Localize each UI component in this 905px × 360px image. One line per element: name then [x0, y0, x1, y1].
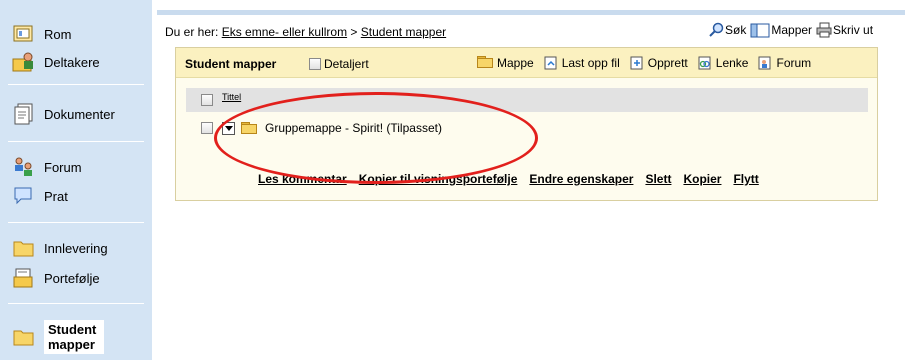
- forum-label: Forum: [776, 56, 812, 70]
- sidebar-item-label: Portefølje: [44, 270, 100, 286]
- sidebar-item-label: Dokumenter: [44, 106, 115, 122]
- search-icon: [708, 22, 724, 38]
- student-folders-panel: Student mapper Detaljert Mappe Last opp …: [175, 47, 878, 201]
- chat-icon: [12, 185, 36, 207]
- breadcrumb-prefix: Du er her:: [165, 25, 222, 39]
- sidebar-item-deltakere[interactable]: Deltakere: [12, 50, 100, 74]
- sidebar-item-rom[interactable]: Rom: [12, 22, 71, 46]
- link-icon: [696, 56, 712, 70]
- search-link[interactable]: Søk: [708, 22, 746, 38]
- breadcrumb-separator: >: [347, 25, 361, 39]
- sidebar-divider: [8, 222, 144, 223]
- detailed-toggle[interactable]: Detaljert: [309, 57, 369, 71]
- folders-label: Mapper: [771, 23, 813, 37]
- breadcrumb: Du er her: Eks emne- eller kullrom > Stu…: [165, 25, 446, 39]
- print-label: Skriv ut: [833, 23, 874, 37]
- table-header: Tittel: [186, 88, 868, 112]
- create-icon: [628, 56, 644, 70]
- select-all-checkbox[interactable]: [201, 94, 213, 106]
- participants-icon: [12, 51, 36, 73]
- folder-icon: [241, 122, 257, 134]
- new-folder-label: Mappe: [497, 56, 534, 70]
- documents-icon: [12, 103, 36, 125]
- upload-file-button[interactable]: Last opp fil: [542, 56, 620, 70]
- upload-icon: [542, 56, 558, 70]
- panel-actions: Mappe Last opp fil Opprett Lenke Forum: [477, 56, 819, 70]
- sidebar-divider: [8, 141, 144, 142]
- panel-header: Student mapper Detaljert Mappe Last opp …: [176, 48, 877, 78]
- top-divider-bar: [157, 10, 905, 15]
- sidebar-item-dokumenter[interactable]: Dokumenter: [12, 102, 115, 126]
- create-button[interactable]: Opprett: [628, 56, 688, 70]
- breadcrumb-room-link[interactable]: Eks emne- eller kullrom: [222, 25, 347, 39]
- detailed-label: Detaljert: [324, 57, 369, 71]
- breadcrumb-current-link[interactable]: Student mapper: [361, 25, 446, 39]
- sidebar-item-innlevering[interactable]: Innlevering: [12, 236, 108, 260]
- folders-icon: [750, 22, 770, 38]
- read-comments-link[interactable]: Les kommentar: [258, 172, 347, 186]
- sidebar-divider: [8, 84, 144, 85]
- search-label: Søk: [725, 23, 747, 37]
- forum-icon: [756, 56, 772, 70]
- student-folder-icon: [12, 326, 36, 348]
- link-label: Lenke: [715, 56, 749, 70]
- sidebar-item-label: Prat: [44, 188, 68, 204]
- forum-button[interactable]: Forum: [756, 56, 811, 70]
- item-actions: Les kommentar Kopier til visningsportefø…: [258, 172, 771, 186]
- column-title-header[interactable]: Tittel: [222, 92, 241, 102]
- sidebar-item-label: Forum: [44, 159, 82, 175]
- sidebar-item-portefolje[interactable]: Portefølje: [12, 266, 100, 290]
- room-icon: [12, 23, 36, 45]
- sidebar-item-label: Rom: [44, 26, 72, 42]
- sidebar-item-label: Innlevering: [44, 240, 108, 256]
- row-checkbox[interactable]: [201, 122, 213, 134]
- table-row: Gruppemappe - Spirit! (Tilpasset): [201, 121, 442, 135]
- folders-link[interactable]: Mapper: [750, 22, 812, 38]
- top-toolbar: Søk Mapper Skriv ut: [708, 22, 877, 38]
- sidebar-item-student-mapper[interactable]: Student mapper: [12, 320, 104, 354]
- edit-properties-link[interactable]: Endre egenskaper: [529, 172, 633, 186]
- sidebar: Rom Deltakere Dokumenter Forum Prat Innl…: [0, 0, 152, 360]
- link-button[interactable]: Lenke: [696, 56, 749, 70]
- folder-icon: [477, 56, 493, 70]
- sidebar-item-prat[interactable]: Prat: [12, 184, 68, 208]
- delete-link[interactable]: Slett: [645, 172, 671, 186]
- panel-title: Student mapper: [185, 57, 277, 71]
- submission-folder-icon: [12, 237, 36, 259]
- print-icon: [816, 22, 832, 38]
- portfolio-icon: [12, 267, 36, 289]
- row-menu-dropdown[interactable]: [222, 121, 235, 135]
- create-label: Opprett: [647, 56, 688, 70]
- sidebar-item-label: Student mapper: [44, 320, 104, 354]
- print-link[interactable]: Skriv ut: [816, 22, 873, 38]
- detailed-checkbox[interactable]: [309, 58, 321, 70]
- sidebar-item-label: Deltakere: [44, 54, 100, 70]
- copy-link[interactable]: Kopier: [683, 172, 721, 186]
- item-name[interactable]: Gruppemappe - Spirit! (Tilpasset): [265, 121, 442, 135]
- move-link[interactable]: Flytt: [733, 172, 758, 186]
- new-folder-button[interactable]: Mappe: [477, 56, 534, 70]
- sidebar-item-forum[interactable]: Forum: [12, 155, 82, 179]
- sidebar-divider: [8, 303, 144, 304]
- forum-icon: [12, 156, 36, 178]
- upload-file-label: Last opp fil: [561, 56, 620, 70]
- copy-to-portfolio-link[interactable]: Kopier til visningsportefølje: [359, 172, 518, 186]
